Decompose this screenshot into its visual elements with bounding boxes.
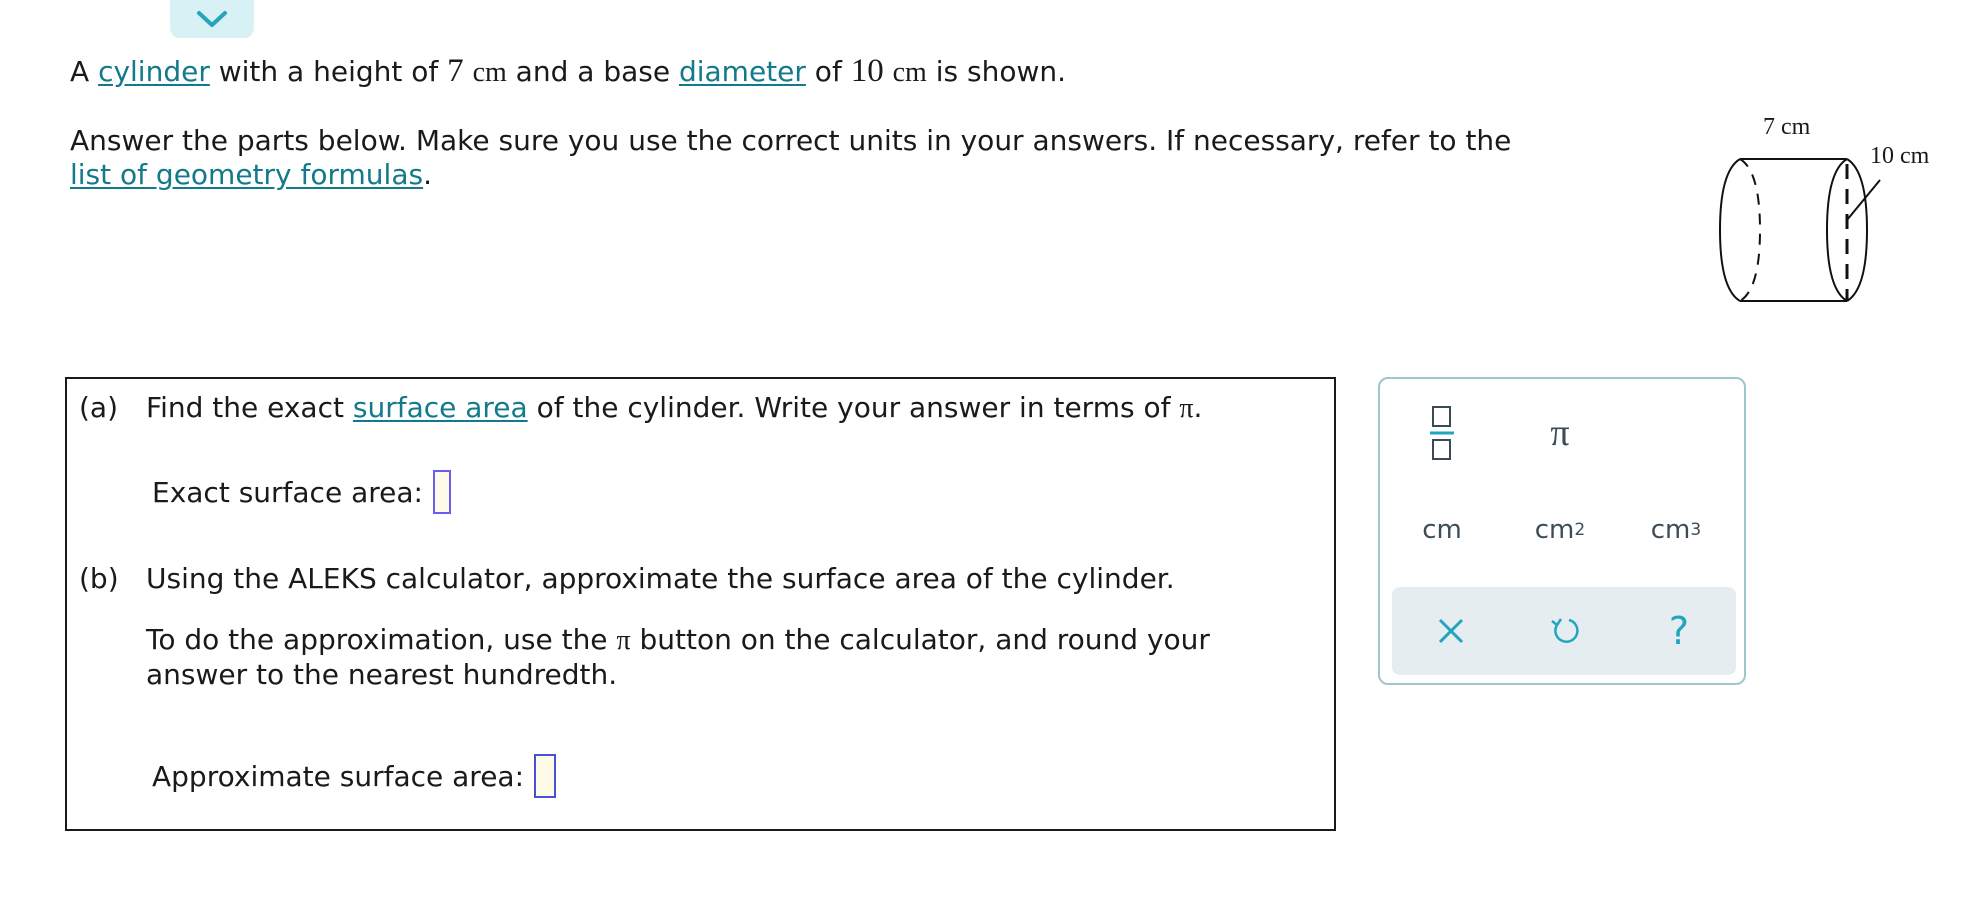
math-keypad: π cm cm 2 cm 3 ? [1378, 377, 1746, 685]
part-b-prompt: (b) Using the ALEKS calculator, approxima… [79, 562, 1175, 596]
exact-surface-area-label: Exact surface area: [152, 475, 423, 509]
undo-button[interactable] [1515, 601, 1615, 661]
instructions-text: Answer the parts below. Make sure you us… [70, 124, 1512, 157]
cm3-exponent: 3 [1690, 520, 1702, 540]
surface-area-link[interactable]: surface area [353, 391, 528, 424]
pi-symbol: π [616, 625, 631, 656]
pi-symbol: π [1179, 393, 1194, 424]
intro-line-2: Answer the parts below. Make sure you us… [70, 124, 1610, 192]
fraction-button[interactable] [1392, 403, 1492, 463]
cylinder-figure: 7 cm 10 cm [1710, 110, 1966, 310]
undo-icon [1551, 618, 1579, 643]
cm2-exponent: 2 [1574, 520, 1586, 540]
part-a-text: of the cylinder. Write your answer in te… [527, 391, 1180, 424]
cm3-unit-button[interactable]: cm 3 [1626, 500, 1726, 560]
intro-text: and a base [506, 55, 679, 88]
pi-key-label: π [1550, 412, 1570, 454]
exact-surface-area-row: Exact surface area: [152, 470, 451, 514]
diameter-unit: cm [892, 57, 927, 88]
height-unit: cm [472, 57, 507, 88]
part-b-text: To do the approximation, use the [146, 623, 617, 656]
pi-button[interactable]: π [1510, 403, 1610, 463]
problem-statement: A cylinder with a height of 7 cm and a b… [70, 54, 1610, 192]
part-b-instructions: To do the approximation, use the π butto… [146, 623, 1210, 692]
fraction-icon [1430, 406, 1454, 460]
cm2-unit-button[interactable]: cm 2 [1510, 500, 1610, 560]
cm-unit-button[interactable]: cm [1392, 500, 1492, 560]
intro-text: is shown. [926, 55, 1067, 88]
cm-unit-label: cm [1422, 515, 1462, 545]
part-b-text: answer to the nearest hundredth. [146, 658, 618, 691]
part-a-text: . [1193, 391, 1203, 424]
chevron-down-icon [197, 11, 227, 27]
exact-surface-area-input[interactable] [432, 470, 451, 514]
intro-text: of [805, 55, 851, 88]
diameter-link[interactable]: diameter [679, 55, 806, 88]
question-box: (a) Find the exact surface area of the cy… [65, 377, 1336, 831]
part-b-text: Using the ALEKS calculator, approximate … [146, 562, 1175, 595]
part-a-prompt: (a) Find the exact surface area of the cy… [79, 391, 1202, 426]
cylinder-link[interactable]: cylinder [98, 55, 210, 88]
help-button[interactable]: ? [1629, 601, 1729, 661]
help-icon: ? [1668, 609, 1690, 653]
geometry-formulas-link[interactable]: list of geometry formulas [70, 158, 423, 191]
intro-text: with a height of [209, 55, 448, 88]
cm2-unit-label: cm [1534, 515, 1575, 545]
height-value: 7 [447, 53, 464, 89]
part-a-tag: (a) [79, 391, 119, 424]
part-b-text: button on the calculator, and round your [630, 623, 1210, 656]
intro-line-1: A cylinder with a height of 7 cm and a b… [70, 54, 1610, 90]
approximate-surface-area-input[interactable] [534, 754, 557, 798]
part-b-tag: (b) [79, 562, 119, 595]
clear-button[interactable] [1401, 601, 1501, 661]
intro-text: A [70, 55, 99, 88]
approximate-surface-area-row: Approximate surface area: [152, 754, 557, 798]
cylinder-drawing [1718, 158, 1881, 302]
cm3-unit-label: cm [1650, 515, 1691, 545]
part-a-text: Find the exact [146, 391, 353, 424]
collapse-toggle-button[interactable] [170, 0, 254, 38]
x-icon [1438, 618, 1464, 644]
approximate-surface-area-label: Approximate surface area: [152, 759, 525, 793]
diameter-value: 10 [850, 53, 884, 89]
instructions-end: . [423, 158, 432, 191]
keypad-tools-row: ? [1392, 587, 1736, 675]
